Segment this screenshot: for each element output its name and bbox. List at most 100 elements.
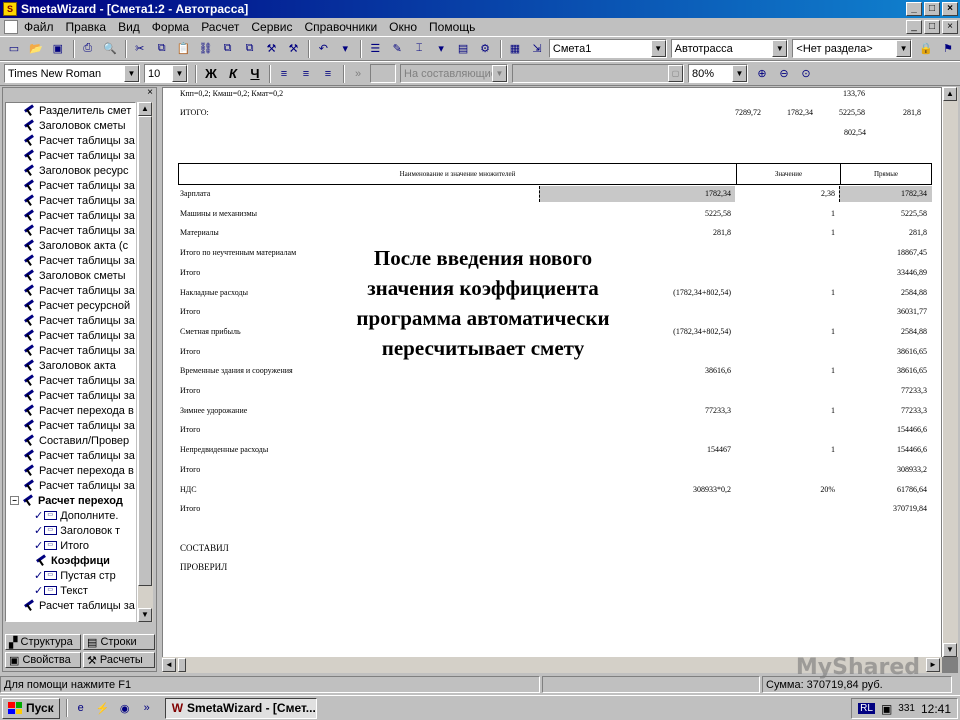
taskbar-task-smetawizard[interactable]: W SmetaWizard - [Смет...: [164, 697, 317, 719]
pencil-icon[interactable]: ✎: [387, 39, 407, 59]
tree-item[interactable]: Расчет перехода в: [6, 463, 135, 478]
undo-dropdown-icon[interactable]: ▾: [335, 39, 355, 59]
chevron-down-icon[interactable]: ▼: [650, 40, 666, 57]
outlook-icon[interactable]: ◉: [115, 698, 135, 718]
menu-help[interactable]: Помощь: [429, 20, 475, 34]
tree-scrollbar[interactable]: ▲ ▼: [137, 102, 153, 622]
disabled-field[interactable]: ▢: [512, 64, 684, 83]
font-select[interactable]: Times New Roman ▼: [4, 64, 140, 83]
scroll-up-icon[interactable]: ▲: [138, 102, 152, 116]
tree-item[interactable]: ✓ ▭ Дополните.: [6, 508, 135, 523]
tray-network-icon[interactable]: ▣: [881, 702, 892, 716]
tree-item[interactable]: Расчет таблицы за: [6, 133, 135, 148]
undo-icon[interactable]: ↶: [313, 39, 333, 59]
minimize-button[interactable]: _: [906, 2, 922, 16]
zoom-select[interactable]: 80% ▼: [688, 64, 748, 83]
close-button[interactable]: ×: [942, 2, 958, 16]
tree-item[interactable]: Расчет таблицы за: [6, 598, 135, 613]
zoom-in-icon[interactable]: ⊕: [752, 64, 772, 84]
tree-item[interactable]: − Расчет переход: [6, 493, 135, 508]
tree-item[interactable]: Заголовок сметы: [6, 268, 135, 283]
tree-item[interactable]: ✓ ▭ Заголовок т: [6, 523, 135, 538]
tree-item[interactable]: Заголовок акта: [6, 358, 135, 373]
align-left-icon[interactable]: ≡: [274, 64, 294, 84]
lang-indicator[interactable]: RL: [858, 703, 875, 714]
doc-vscrollbar[interactable]: ▲ ▼: [942, 87, 958, 657]
menu-service[interactable]: Сервис: [251, 20, 292, 34]
tab-properties[interactable]: ▣ Свойства: [5, 652, 81, 668]
more-icon[interactable]: »: [137, 698, 157, 718]
align-center-icon[interactable]: ≡: [296, 64, 316, 84]
copy-row-icon[interactable]: ⧉: [218, 39, 238, 59]
tree-item[interactable]: ✓ ▭ Пустая стр: [6, 568, 135, 583]
print-icon[interactable]: ⎙: [78, 39, 98, 59]
doc-restore-button[interactable]: □: [924, 20, 940, 34]
start-button[interactable]: Пуск: [2, 697, 60, 719]
underline-button[interactable]: Ч: [244, 66, 266, 81]
paste-row-icon[interactable]: ⧉: [240, 39, 260, 59]
tree-item[interactable]: Расчет таблицы за: [6, 328, 135, 343]
menu-form[interactable]: Форма: [152, 20, 189, 34]
section-select[interactable]: <Нет раздела> ▼: [792, 39, 913, 58]
tree-item[interactable]: Разделитель смет: [6, 103, 135, 118]
hscroll-thumb[interactable]: [178, 658, 186, 672]
table-icon[interactable]: ▦: [505, 39, 525, 59]
tree-item[interactable]: Заголовок акта (с: [6, 238, 135, 253]
tree-item[interactable]: Расчет таблицы за: [6, 208, 135, 223]
menu-file[interactable]: Файл: [24, 20, 54, 34]
chevron-down-icon[interactable]: ▼: [492, 65, 507, 82]
chevron-down-icon[interactable]: ▼: [172, 65, 187, 82]
doc-close-button[interactable]: ×: [942, 20, 958, 34]
scroll-thumb[interactable]: [138, 116, 152, 586]
tree-item[interactable]: Расчет перехода в: [6, 403, 135, 418]
tool-icon[interactable]: ⚒: [283, 39, 303, 59]
menu-calc[interactable]: Расчет: [201, 20, 239, 34]
tree-item[interactable]: ✓ ▭ Текст: [6, 583, 135, 598]
zoom-out-icon[interactable]: ⊖: [774, 64, 794, 84]
tree-item[interactable]: Расчет ресурсной: [6, 298, 135, 313]
wizard-icon[interactable]: ⚒: [261, 39, 281, 59]
tree-item[interactable]: Расчет таблицы за: [6, 253, 135, 268]
insert-icon[interactable]: ⌶: [409, 39, 429, 59]
link-icon[interactable]: ⛓: [196, 39, 216, 59]
accumulate-select[interactable]: На составляющие ▼: [400, 64, 508, 83]
insert-dropdown-icon[interactable]: ▾: [431, 39, 451, 59]
tree-item[interactable]: Коэффици: [6, 553, 135, 568]
blank-field[interactable]: [370, 64, 396, 83]
paste-icon[interactable]: 📋: [174, 39, 194, 59]
estimate-select[interactable]: Смета1 ▼: [548, 39, 667, 58]
chevron-down-icon[interactable]: ▼: [896, 40, 912, 57]
lock-icon[interactable]: 🔒: [916, 39, 936, 59]
cut-icon[interactable]: ✂: [130, 39, 150, 59]
pane-close-icon[interactable]: ×: [147, 87, 153, 98]
doc-minimize-button[interactable]: _: [906, 20, 922, 34]
list-icon[interactable]: ☰: [365, 39, 385, 59]
quicklaunch-icon[interactable]: ⚡: [93, 698, 113, 718]
tree-item[interactable]: Расчет таблицы за: [6, 343, 135, 358]
menu-window[interactable]: Окно: [389, 20, 417, 34]
tree-item[interactable]: Составил/Провер: [6, 433, 135, 448]
bold-button[interactable]: Ж: [200, 66, 222, 81]
scroll-up-icon[interactable]: ▲: [943, 87, 957, 101]
export-icon[interactable]: ⇲: [527, 39, 547, 59]
tree-item[interactable]: Расчет таблицы за: [6, 313, 135, 328]
settings-icon[interactable]: ⚙: [475, 39, 495, 59]
chevron-down-icon[interactable]: ▼: [772, 40, 788, 57]
italic-button[interactable]: К: [222, 66, 244, 81]
tree-item[interactable]: Расчет таблицы за: [6, 148, 135, 163]
expand-icon[interactable]: −: [10, 496, 19, 505]
preview-icon[interactable]: 🔍: [100, 39, 120, 59]
document-icon[interactable]: [4, 20, 18, 34]
scroll-down-icon[interactable]: ▼: [138, 608, 152, 622]
tree-item[interactable]: Расчет таблицы за: [6, 373, 135, 388]
chevron-down-icon[interactable]: ▼: [732, 65, 747, 82]
object-select[interactable]: Автотрасса ▼: [670, 39, 789, 58]
tab-rows[interactable]: ▤ Строки: [83, 634, 155, 650]
scroll-left-icon[interactable]: ◄: [162, 658, 176, 672]
checkbox-icon[interactable]: ▢: [668, 65, 683, 82]
zoom-fit-icon[interactable]: ⊙: [796, 64, 816, 84]
tab-calcs[interactable]: ⚒ Расчеты: [83, 652, 155, 668]
tree-item[interactable]: ✓ ▭ Итого: [6, 538, 135, 553]
tree-item[interactable]: Расчет таблицы за: [6, 193, 135, 208]
menu-view[interactable]: Вид: [118, 20, 140, 34]
